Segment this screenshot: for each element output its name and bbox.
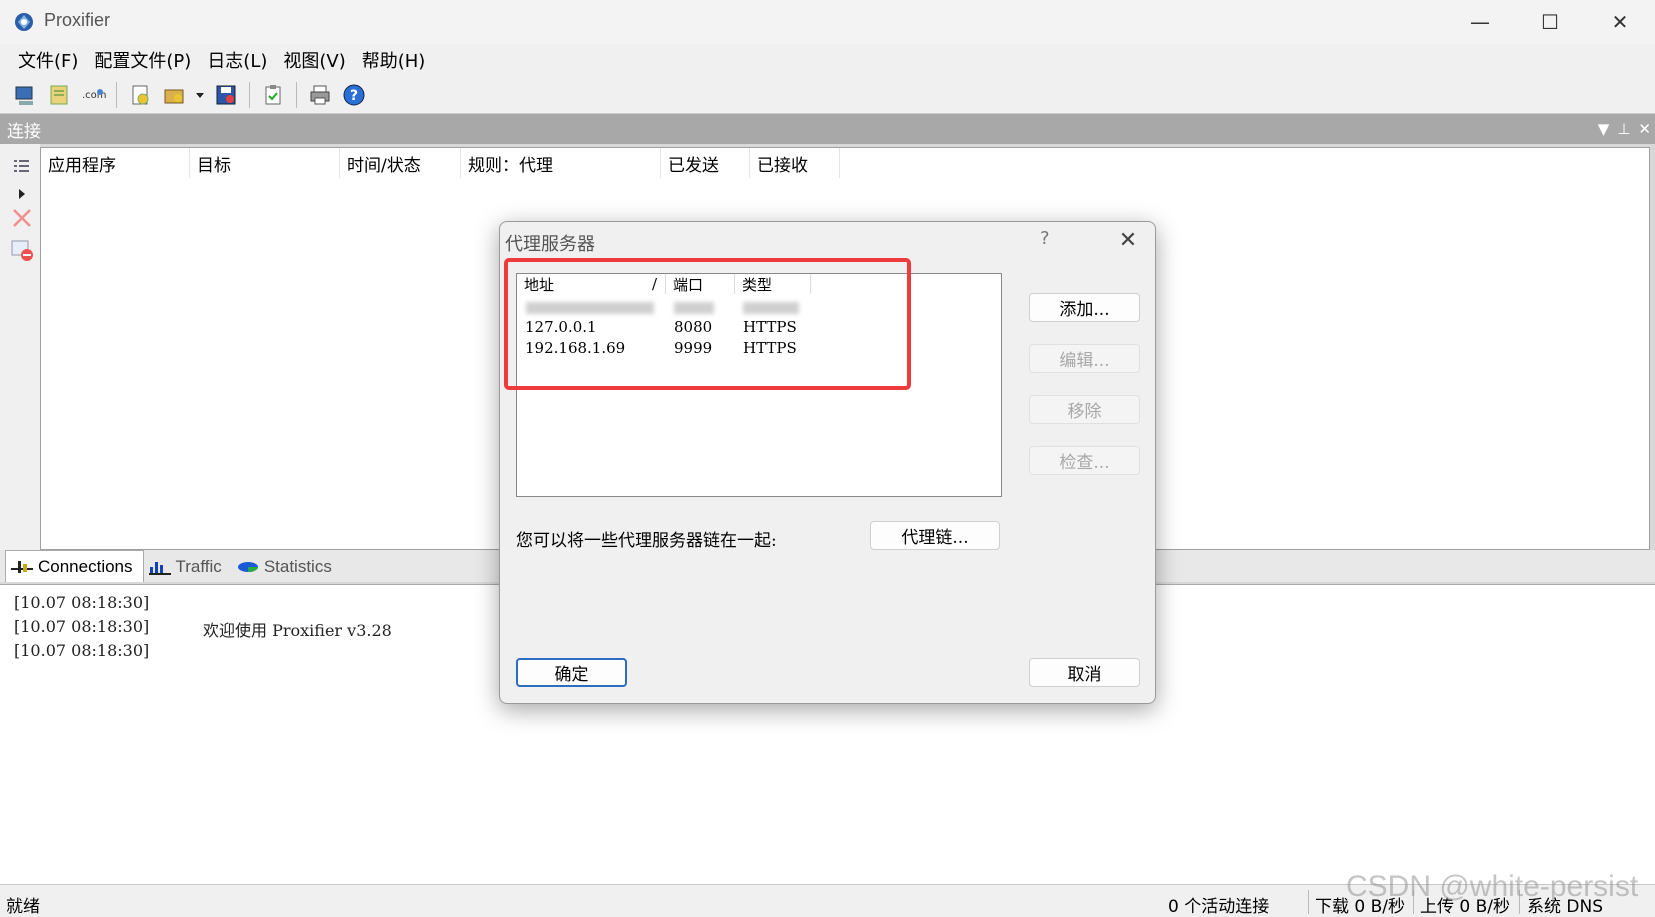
- remove-button[interactable]: 移除: [1029, 395, 1140, 424]
- log-line: [10.07 08:18:30]: [14, 617, 149, 636]
- connections-panel-header: 连接: [0, 114, 1655, 144]
- log-time: [10.07 08:18:30]: [14, 593, 150, 612]
- column-received[interactable]: 已接收: [750, 148, 840, 178]
- column-time-status[interactable]: 时间/状态: [340, 148, 461, 178]
- status-separator: [1308, 890, 1309, 914]
- close-connection-icon[interactable]: [10, 206, 34, 230]
- status-ready: 就绪: [6, 897, 40, 917]
- dns-icon[interactable]: .com: [80, 82, 106, 108]
- log-time: [10.07 08:18:30]: [14, 617, 150, 636]
- menu-help[interactable]: 帮助(H): [354, 47, 434, 73]
- tab-label: Connections: [38, 556, 133, 576]
- proxy-chains-button[interactable]: 代理链...: [870, 521, 1000, 550]
- log-line: [10.07 08:18:30]: [14, 641, 149, 660]
- column-target[interactable]: 目标: [190, 148, 340, 178]
- menu-profile[interactable]: 配置文件(P): [86, 47, 199, 73]
- maximize-button[interactable]: ☐: [1515, 0, 1585, 44]
- toolbar: .com ?: [0, 76, 1655, 114]
- edit-button[interactable]: 编辑...: [1029, 344, 1140, 373]
- chevron-down-icon[interactable]: [195, 82, 205, 108]
- tab-traffic[interactable]: Traffic: [144, 552, 232, 582]
- check-button[interactable]: 检查...: [1029, 446, 1140, 475]
- svg-text:?: ?: [350, 88, 358, 104]
- list-view-icon[interactable]: [10, 154, 34, 178]
- proxy-chain-label: 您可以将一些代理服务器链在一起:: [516, 531, 777, 551]
- tab-label: Traffic: [175, 557, 222, 576]
- tab-connections[interactable]: Connections: [5, 550, 144, 582]
- dialog-help-button[interactable]: ?: [1040, 228, 1050, 249]
- menu-file[interactable]: 文件(F): [10, 47, 86, 73]
- tab-statistics[interactable]: Statistics: [232, 552, 342, 582]
- watermark: CSDN @white-persist: [1346, 870, 1639, 903]
- panel-title: 连接: [7, 121, 41, 142]
- toolbar-separator: [249, 81, 250, 108]
- panel-menu-icon[interactable]: ▼: [1598, 120, 1610, 138]
- title-bar: Proxifier — ☐ ✕: [0, 0, 1655, 44]
- add-button[interactable]: 添加...: [1029, 293, 1140, 322]
- highlight-annotation: [504, 258, 911, 390]
- log-line: [10.07 08:18:30]: [14, 593, 149, 612]
- window-title: Proxifier: [44, 10, 111, 30]
- log-message: 欢迎使用 Proxifier v3.28: [203, 621, 392, 640]
- save-icon[interactable]: [213, 82, 239, 108]
- connections-list-header: 应用程序 目标 时间/状态 规则：代理 已发送 已接收: [41, 148, 1649, 178]
- minimize-button[interactable]: —: [1445, 0, 1515, 44]
- new-profile-icon[interactable]: [12, 82, 38, 108]
- help-icon[interactable]: ?: [341, 82, 367, 108]
- connections-icon: [11, 560, 33, 573]
- menu-bar: 文件(F) 配置文件(P) 日志(L) 视图(V) 帮助(H): [0, 44, 1655, 76]
- clear-connections-icon[interactable]: [10, 238, 34, 262]
- rules-icon[interactable]: [260, 82, 286, 108]
- ok-button[interactable]: 确定: [516, 658, 627, 687]
- status-active-connections: 0 个活动连接: [1168, 897, 1270, 917]
- pin-icon[interactable]: ⊥: [1617, 120, 1630, 138]
- column-rule-proxy[interactable]: 规则：代理: [461, 148, 661, 178]
- menu-log[interactable]: 日志(L): [199, 47, 275, 73]
- column-sent[interactable]: 已发送: [661, 148, 750, 178]
- dialog-title: 代理服务器: [505, 234, 595, 255]
- bar-chart-icon: [148, 562, 171, 575]
- menu-view[interactable]: 视图(V): [275, 47, 353, 73]
- close-button[interactable]: ✕: [1585, 0, 1655, 44]
- open-profile-icon[interactable]: [46, 82, 72, 108]
- log-time: [10.07 08:18:30]: [14, 641, 150, 660]
- proxy-chains-icon[interactable]: [161, 82, 187, 108]
- dialog-close-button[interactable]: ✕: [1104, 222, 1152, 258]
- toolbar-separator: [116, 81, 117, 108]
- print-icon[interactable]: [307, 82, 333, 108]
- expand-arrow-icon[interactable]: [10, 182, 34, 206]
- proxifier-app-icon: [12, 10, 36, 34]
- connections-side-toolbar: [0, 144, 40, 550]
- toolbar-separator: [296, 81, 297, 108]
- panel-close-icon[interactable]: ✕: [1638, 120, 1651, 138]
- tab-label: Statistics: [263, 557, 332, 576]
- cancel-button[interactable]: 取消: [1029, 658, 1140, 687]
- column-application[interactable]: 应用程序: [41, 148, 190, 178]
- pie-chart-icon: [237, 562, 258, 572]
- proxy-servers-icon[interactable]: [127, 82, 153, 108]
- panel-controls: ▼ ⊥ ✕: [1598, 114, 1651, 144]
